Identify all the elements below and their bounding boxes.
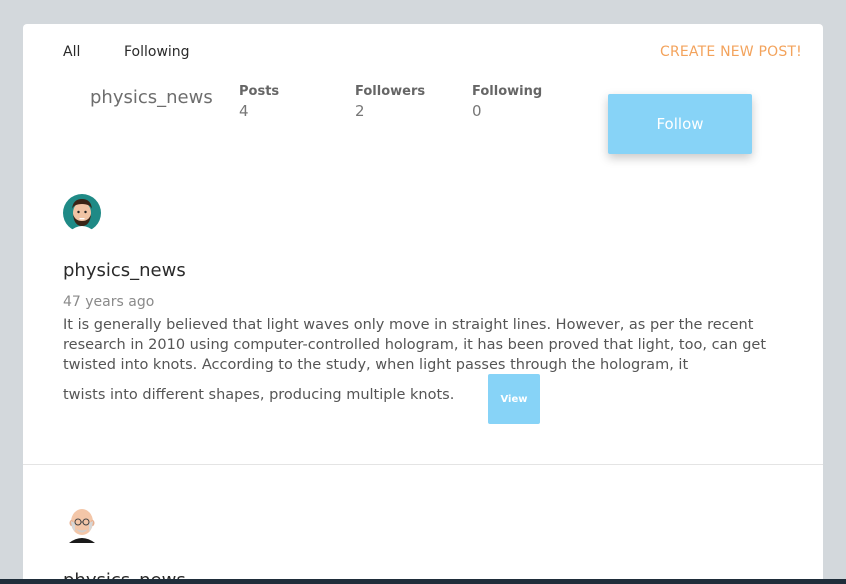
bald-man-glasses-avatar-icon[interactable]: [63, 505, 101, 543]
post-author[interactable]: physics_news: [63, 260, 186, 281]
post-timestamp: 47 years ago: [63, 294, 155, 310]
stat-followers: Followers 2: [355, 84, 425, 120]
feed-card: All Following CREATE NEW POST! physics_n…: [23, 24, 823, 584]
create-new-post-link[interactable]: CREATE NEW POST!: [660, 44, 802, 60]
profile-username: physics_news: [90, 87, 213, 108]
follow-button[interactable]: Follow: [608, 94, 752, 154]
stat-posts-label: Posts: [239, 84, 280, 99]
tab-following[interactable]: Following: [124, 44, 190, 60]
post-divider: [23, 464, 823, 465]
tab-all[interactable]: All: [63, 44, 80, 60]
post-body: It is generally believed that light wave…: [63, 317, 767, 373]
stat-followers-value: 2: [355, 102, 365, 120]
view-post-button[interactable]: View: [488, 374, 540, 424]
bearded-man-avatar-icon[interactable]: [63, 194, 101, 232]
bottom-bar: [0, 579, 846, 584]
post-body-end: twists into different shapes, producing …: [63, 387, 455, 403]
stat-following: Following 0: [472, 84, 542, 120]
stat-posts: Posts 4: [239, 84, 279, 120]
stat-following-label: Following: [472, 84, 543, 99]
stat-followers-label: Followers: [355, 84, 426, 99]
stat-posts-value: 4: [239, 102, 249, 120]
stat-following-value: 0: [472, 102, 482, 120]
